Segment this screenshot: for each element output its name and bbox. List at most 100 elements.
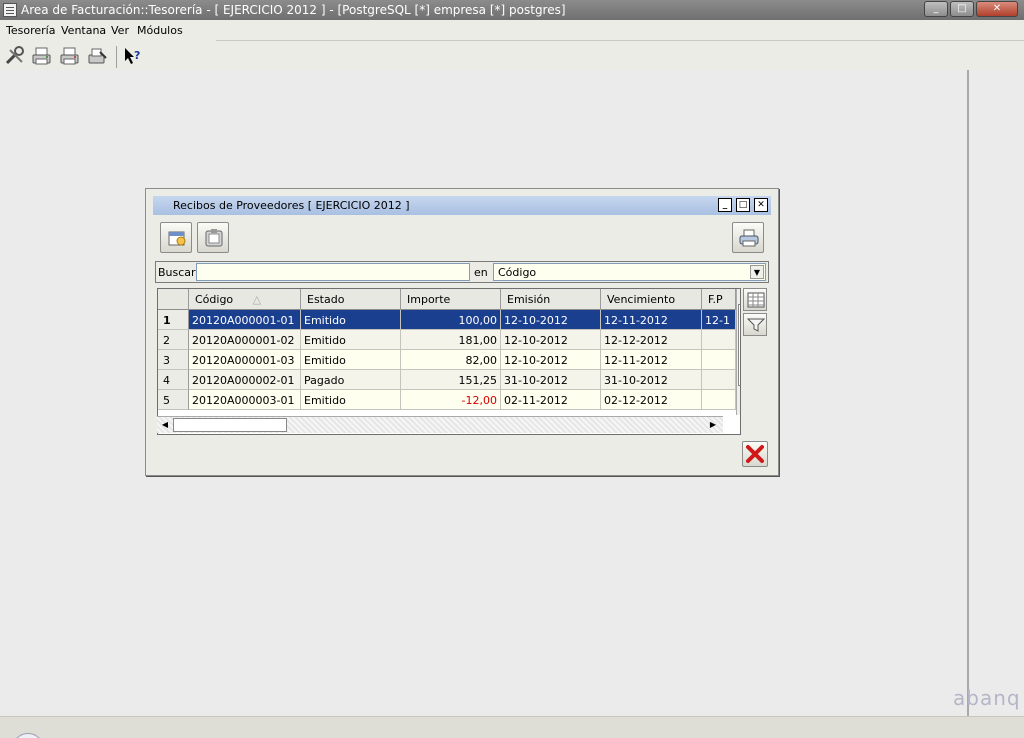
cell-estado[interactable]: Emitido <box>301 390 401 410</box>
chevron-down-icon[interactable]: ▼ <box>750 265 764 279</box>
cell-importe[interactable]: -12,00 <box>401 390 501 410</box>
search-field-label: en <box>474 266 488 279</box>
abanq-watermark: abanq <box>953 686 1021 710</box>
table-row[interactable]: 4 20120A000002-01 Pagado 151,25 31-10-20… <box>158 370 740 390</box>
scroll-up-icon[interactable]: ▲ <box>738 290 740 303</box>
column-header-emision[interactable]: Emisión <box>501 289 601 310</box>
recibos-table: Código △ Estado Importe Emisión Vencimie… <box>157 288 741 435</box>
red-x-icon <box>746 445 764 463</box>
cell-fp[interactable]: 12-1 <box>702 310 736 330</box>
table-row[interactable]: 3 20120A000001-03 Emitido 82,00 12-10-20… <box>158 350 740 370</box>
status-logo-icon <box>12 733 44 738</box>
column-header-codigo[interactable]: Código △ <box>189 289 301 310</box>
cell-codigo[interactable]: 20120A000001-02 <box>189 330 301 350</box>
column-header-vencimiento[interactable]: Vencimiento <box>601 289 702 310</box>
cell-fp[interactable] <box>702 330 736 350</box>
cell-emision[interactable]: 12-10-2012 <box>501 310 601 330</box>
table-row[interactable]: 1 20120A000001-01 Emitido 100,00 12-10-2… <box>158 310 740 330</box>
window-controls: _ □ ✕ <box>924 1 1018 17</box>
row-number: 3 <box>158 350 189 370</box>
print-icon[interactable] <box>31 46 53 66</box>
menu-modulos[interactable]: Módulos <box>137 24 183 37</box>
search-bar: Buscar en Código ▼ <box>155 261 769 283</box>
cell-fp[interactable] <box>702 390 736 410</box>
scroll-down-icon[interactable]: ▼ <box>738 400 740 413</box>
cell-vencimiento[interactable]: 12-12-2012 <box>601 330 702 350</box>
edit-record-button[interactable] <box>197 222 229 253</box>
table-row[interactable]: 5 20120A000003-01 Emitido -12,00 02-11-2… <box>158 390 740 410</box>
cell-importe[interactable]: 181,00 <box>401 330 501 350</box>
minimize-button[interactable]: _ <box>924 1 948 17</box>
scroll-left-icon[interactable]: ◀ <box>158 418 172 431</box>
cell-emision[interactable]: 12-10-2012 <box>501 330 601 350</box>
cell-fp[interactable] <box>702 350 736 370</box>
close-button[interactable]: ✕ <box>976 1 1018 17</box>
right-panel <box>967 70 1024 716</box>
scroll-right-icon[interactable]: ▶ <box>706 418 720 431</box>
menu-ventana[interactable]: Ventana <box>61 24 106 37</box>
column-header-estado[interactable]: Estado <box>301 289 401 310</box>
toolbar-separator <box>116 46 117 68</box>
cell-codigo[interactable]: 20120A000002-01 <box>189 370 301 390</box>
maximize-button[interactable]: □ <box>950 1 974 17</box>
table-row[interactable]: 2 20120A000001-02 Emitido 181,00 12-10-2… <box>158 330 740 350</box>
app-icon[interactable] <box>3 3 17 17</box>
window-title: Area de Facturación::Tesorería - [ EJERC… <box>21 3 566 17</box>
new-record-button[interactable] <box>160 222 192 253</box>
cell-codigo[interactable]: 20120A000001-03 <box>189 350 301 370</box>
search-label: Buscar <box>158 266 196 279</box>
search-input[interactable] <box>196 263 470 281</box>
cell-importe[interactable]: 82,00 <box>401 350 501 370</box>
close-form-button[interactable] <box>742 441 768 467</box>
cell-emision[interactable]: 12-10-2012 <box>501 350 601 370</box>
cell-vencimiento[interactable]: 02-12-2012 <box>601 390 702 410</box>
svg-text:?: ? <box>134 49 140 62</box>
cell-importe[interactable]: 151,25 <box>401 370 501 390</box>
cell-codigo[interactable]: 20120A000003-01 <box>189 390 301 410</box>
grid-icon <box>747 292 765 308</box>
filter-button[interactable] <box>743 313 767 336</box>
child-minimize-button[interactable]: _ <box>718 198 732 212</box>
cell-estado[interactable]: Pagado <box>301 370 401 390</box>
tools-icon[interactable] <box>4 46 26 66</box>
cell-vencimiento[interactable]: 12-11-2012 <box>601 310 702 330</box>
whats-this-help-icon[interactable]: ? <box>123 46 145 66</box>
cell-vencimiento[interactable]: 12-11-2012 <box>601 350 702 370</box>
cell-estado[interactable]: Emitido <box>301 310 401 330</box>
horizontal-scrollbar[interactable]: ◀ ▶ <box>157 416 723 433</box>
child-title-bar[interactable]: Recibos de Proveedores [ EJERCICIO 2012 … <box>153 196 771 215</box>
cell-importe[interactable]: 100,00 <box>401 310 501 330</box>
vertical-scroll-thumb[interactable] <box>738 304 740 386</box>
table-view-button[interactable] <box>743 288 767 311</box>
cell-vencimiento[interactable]: 31-10-2012 <box>601 370 702 390</box>
cell-codigo[interactable]: 20120A000001-01 <box>189 310 301 330</box>
column-header-fp[interactable]: F.P <box>702 289 736 310</box>
column-header-importe[interactable]: Importe <box>401 289 501 310</box>
main-title-bar: Area de Facturación::Tesorería - [ EJERC… <box>0 0 1024 20</box>
menu-tesoreria[interactable]: Tesorería <box>6 24 55 37</box>
recibos-window: Recibos de Proveedores [ EJERCICIO 2012 … <box>145 188 779 476</box>
vertical-scrollbar[interactable]: ▲ ▼ <box>736 289 740 415</box>
column-label: Código <box>195 293 234 306</box>
horizontal-scroll-thumb[interactable] <box>173 418 287 432</box>
print-report-button[interactable] <box>732 222 764 253</box>
child-maximize-button[interactable]: □ <box>736 198 750 212</box>
cell-fp[interactable] <box>702 370 736 390</box>
row-number: 1 <box>158 310 189 330</box>
clipboard-icon <box>205 229 223 247</box>
search-field-value: Código <box>498 266 537 279</box>
cell-estado[interactable]: Emitido <box>301 350 401 370</box>
child-close-button[interactable]: ✕ <box>754 198 768 212</box>
print-preview-icon[interactable] <box>59 46 81 66</box>
row-number: 5 <box>158 390 189 410</box>
menu-bar: Tesorería Ventana Ver Módulos <box>0 20 1024 41</box>
child-window-title: Recibos de Proveedores [ EJERCICIO 2012 … <box>173 199 410 212</box>
menu-separator <box>216 40 1024 41</box>
cell-emision[interactable]: 02-11-2012 <box>501 390 601 410</box>
row-number: 2 <box>158 330 189 350</box>
search-field-select[interactable]: Código ▼ <box>493 263 766 281</box>
print-options-icon[interactable] <box>86 46 108 66</box>
cell-estado[interactable]: Emitido <box>301 330 401 350</box>
menu-ver[interactable]: Ver <box>111 24 129 37</box>
cell-emision[interactable]: 31-10-2012 <box>501 370 601 390</box>
